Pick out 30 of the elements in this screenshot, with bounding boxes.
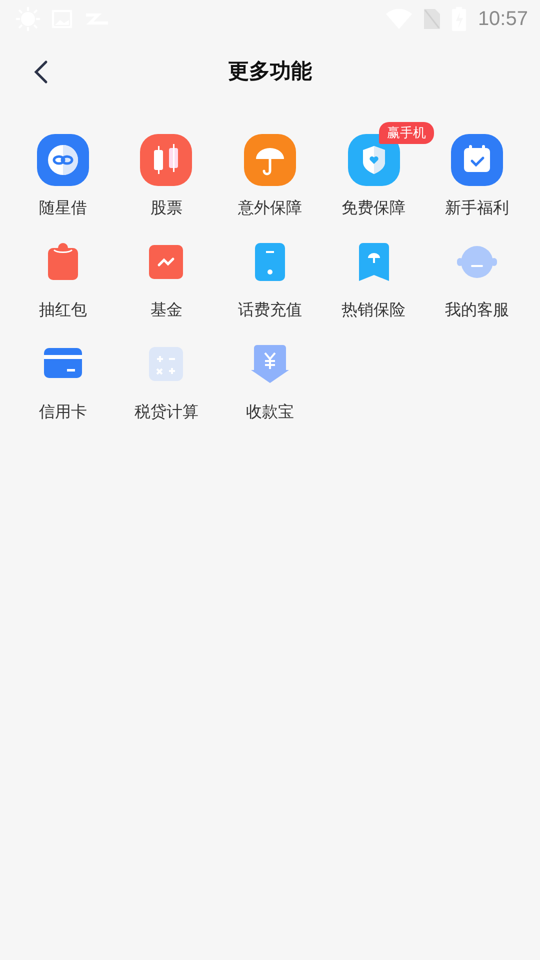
feature-label[interactable]: 收款宝 xyxy=(246,402,294,423)
link-icon xyxy=(36,134,89,186)
umbrella-icon xyxy=(244,134,296,186)
feature-label[interactable]: 意外保障 xyxy=(238,198,302,219)
calendar-icon xyxy=(451,134,504,186)
status-time: 10:57 xyxy=(478,8,528,30)
credit-card-icon xyxy=(44,348,82,380)
page-title: 更多功能 xyxy=(228,58,312,85)
feature-label[interactable]: 新手福利 xyxy=(445,198,510,219)
feature-label[interactable]: 信用卡 xyxy=(38,402,87,423)
candlestick-icon xyxy=(140,134,192,186)
bookmark-icon xyxy=(358,243,389,281)
feature-label[interactable]: 基金 xyxy=(150,300,182,321)
trend-icon xyxy=(149,245,184,279)
feature-label[interactable]: 税贷计算 xyxy=(134,402,198,423)
feature-label[interactable]: 热销保险 xyxy=(342,300,406,321)
headset-icon xyxy=(457,244,498,280)
feature-label[interactable]: 话费充值 xyxy=(238,300,302,321)
back-icon[interactable] xyxy=(34,60,48,84)
phone-icon xyxy=(254,243,285,281)
feature-label[interactable]: 随星借 xyxy=(38,198,87,219)
feature-label[interactable]: 股票 xyxy=(150,198,182,219)
promo-badge: 赢手机 xyxy=(378,122,434,144)
yen-arrow-icon xyxy=(250,345,289,383)
calculator-icon xyxy=(149,347,184,381)
feature-label[interactable]: 抽红包 xyxy=(38,300,87,321)
no-sim-icon xyxy=(424,9,440,29)
feature-label[interactable]: 我的客服 xyxy=(445,300,510,321)
pouch-icon xyxy=(46,242,80,282)
feature-label[interactable]: 免费保障 xyxy=(342,198,406,219)
